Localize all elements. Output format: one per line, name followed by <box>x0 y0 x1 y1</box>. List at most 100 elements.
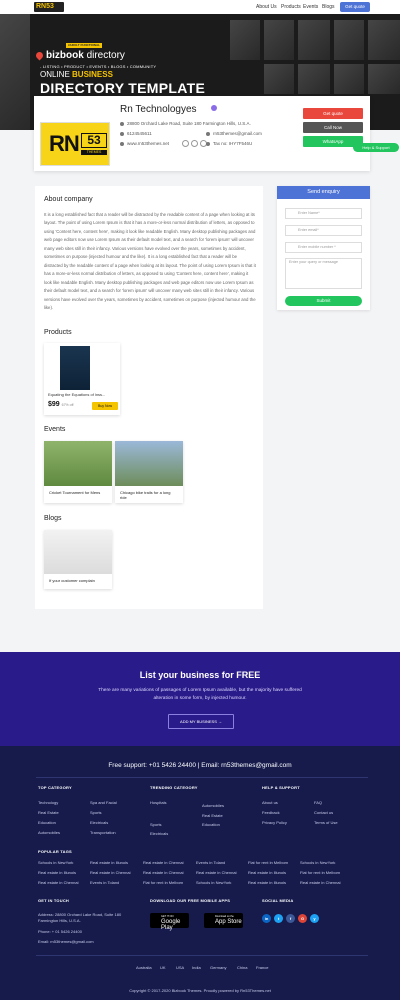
whatsapp-icon[interactable] <box>191 140 198 147</box>
country-link[interactable]: India <box>192 965 201 970</box>
footer-phone: Phone: + 01 5426 24400 <box>38 929 82 934</box>
tag-link[interactable]: Real estate in Illunois <box>90 860 128 865</box>
nav-link-events[interactable]: Events <box>303 4 318 10</box>
nav-link-about[interactable]: About Us <box>256 4 277 10</box>
footer-link[interactable]: Terms of Use <box>314 820 338 825</box>
footer-link[interactable]: FAQ <box>314 800 322 805</box>
footer-address: Address: 28800 Orchard Lake Road, Suite … <box>38 912 122 923</box>
footer-link[interactable]: Education <box>202 822 220 827</box>
nav-get-quote-button[interactable]: Get quote <box>340 2 370 12</box>
facebook-icon[interactable]: f <box>286 914 295 923</box>
tag-link[interactable]: Events in Toland <box>196 860 225 865</box>
site-logo[interactable]: RN53 <box>34 2 64 12</box>
tag-link[interactable]: Real estate in Illunois <box>248 870 286 875</box>
footer-link[interactable]: Automobiles <box>202 803 224 808</box>
footer-email[interactable]: Email: rn53themes@gmail.com <box>38 939 94 944</box>
hero-badge: #ADULT FUNCTIONAL <box>66 43 102 48</box>
tag-link[interactable]: Real estate in Chennai <box>143 870 183 875</box>
hero-photo <box>264 64 294 94</box>
email-text: rn53themes@gmail.com <box>213 131 262 136</box>
hero-photo <box>368 20 400 60</box>
nav-link-blogs[interactable]: Blogs <box>322 4 335 10</box>
tag-link[interactable]: Real estate in Illunois <box>38 870 76 875</box>
event-title[interactable]: Chicago bike trails for a long ride <box>120 490 178 500</box>
tag-link[interactable]: Schools in NewYork <box>196 880 231 885</box>
country-link[interactable]: UK <box>160 965 166 970</box>
tag-link[interactable]: Schools in NewYork <box>38 860 73 865</box>
event-card[interactable]: Cricket Tournament for Mens <box>44 441 112 503</box>
footer-link[interactable]: About us <box>262 800 278 805</box>
footer-link[interactable]: Real Estate <box>38 810 59 815</box>
footer-link[interactable]: Spa and Facial <box>90 800 117 805</box>
linkedin-icon[interactable]: in <box>262 914 271 923</box>
call-now-button[interactable]: Call Now <box>303 122 363 133</box>
footer-link[interactable]: Technology <box>38 800 58 805</box>
company-phone[interactable]: 6124545611 <box>120 131 152 136</box>
event-title[interactable]: Cricket Tournament for Mens <box>49 490 107 495</box>
social-title: SOCIAL MEDIA <box>262 898 294 903</box>
event-card[interactable]: Chicago bike trails for a long ride <box>115 441 183 503</box>
tag-link[interactable]: Schools in NewYork <box>300 860 335 865</box>
footer-link[interactable]: Hospitals <box>150 800 166 805</box>
country-link[interactable]: Germany <box>210 965 226 970</box>
footer-link[interactable]: Electricals <box>150 831 168 836</box>
company-email[interactable]: rn53themes@gmail.com <box>206 131 262 136</box>
country-link[interactable]: China <box>237 965 247 970</box>
footer-link[interactable]: Automobiles <box>38 830 60 835</box>
nav-link-products[interactable]: Products <box>281 4 301 10</box>
email-input[interactable]: Enter email* <box>285 225 362 236</box>
company-website[interactable]: www.rn53themes.net <box>120 141 169 146</box>
twitter-icon[interactable]: t <box>274 914 283 923</box>
name-input[interactable]: Enter Name* <box>285 208 362 219</box>
footer-link[interactable]: Education <box>38 820 56 825</box>
get-quote-button[interactable]: Get quote <box>303 108 363 119</box>
verified-icon <box>211 105 217 111</box>
youtube-icon[interactable]: y <box>310 914 319 923</box>
footer-link[interactable]: Contact us <box>314 810 333 815</box>
hero-photo <box>334 64 364 94</box>
message-textarea[interactable]: Enter your query or message <box>285 258 362 289</box>
logo-rn: RN <box>49 131 80 156</box>
tag-link[interactable]: Flat for rent in Melborn <box>300 870 340 875</box>
facebook-icon[interactable] <box>182 140 189 147</box>
country-link[interactable]: Australia <box>136 965 152 970</box>
mobile-input[interactable]: Enter mobile number * <box>285 242 362 253</box>
footer-link[interactable]: Sports <box>150 822 162 827</box>
tag-link[interactable]: Flat for rent in Melborn <box>143 880 183 885</box>
hero-title: DIRECTORY TEMPLATE <box>40 80 206 96</box>
help-support-button[interactable]: Help & Support <box>353 143 399 152</box>
blog-card[interactable]: If your customer complain <box>44 530 112 589</box>
submit-button[interactable]: Submit <box>285 296 362 306</box>
footer-support: Free support: +01 5426 24400 | Email: rn… <box>108 762 292 769</box>
add-business-button[interactable]: ADD MY BUSINESS → <box>168 714 234 729</box>
footer-link[interactable]: Transportation <box>90 830 116 835</box>
footer-link[interactable]: Privacy Policy <box>262 820 287 825</box>
country-link[interactable]: France <box>256 965 268 970</box>
buy-now-button[interactable]: Buy Now <box>92 402 118 410</box>
product-name[interactable]: Equating the Equations of lnss... <box>48 392 105 397</box>
tag-link[interactable]: Real estate in Chennai <box>196 870 236 875</box>
google-play-button[interactable]: GET IT ON Google Play <box>150 913 189 931</box>
hero-photo <box>230 20 260 60</box>
tag-link[interactable]: Real estate in Chennai <box>300 880 340 885</box>
tag-link[interactable]: Real estate in Illunois <box>248 880 286 885</box>
blog-title[interactable]: If your customer complain <box>49 578 107 583</box>
app-store-button[interactable]: Download on the App Store <box>204 913 243 928</box>
google-icon[interactable]: G <box>298 914 307 923</box>
footer-link[interactable]: Sports <box>90 810 102 815</box>
about-text: It is a long established fact that a rea… <box>44 212 256 310</box>
footer-link[interactable]: Electricals <box>90 820 108 825</box>
tag-link[interactable]: Flat for rent in Melborn <box>248 860 288 865</box>
tag-link[interactable]: Real estate in Chennai <box>143 860 183 865</box>
footer-link[interactable]: Real Estate <box>202 813 223 818</box>
tag-link[interactable]: Real estate in Chennai <box>90 870 130 875</box>
trending-title: TRENDING CATEGORY <box>150 785 198 790</box>
event-image <box>44 441 112 486</box>
blogs-title: Blogs <box>44 515 62 522</box>
tag-link[interactable]: Events in Toland <box>90 880 119 885</box>
hero-photo <box>0 14 30 130</box>
tag-link[interactable]: Real estate in Chennai <box>38 880 78 885</box>
phone-icon <box>120 131 124 136</box>
country-link[interactable]: USA <box>176 965 184 970</box>
footer-link[interactable]: Feedback <box>262 810 280 815</box>
